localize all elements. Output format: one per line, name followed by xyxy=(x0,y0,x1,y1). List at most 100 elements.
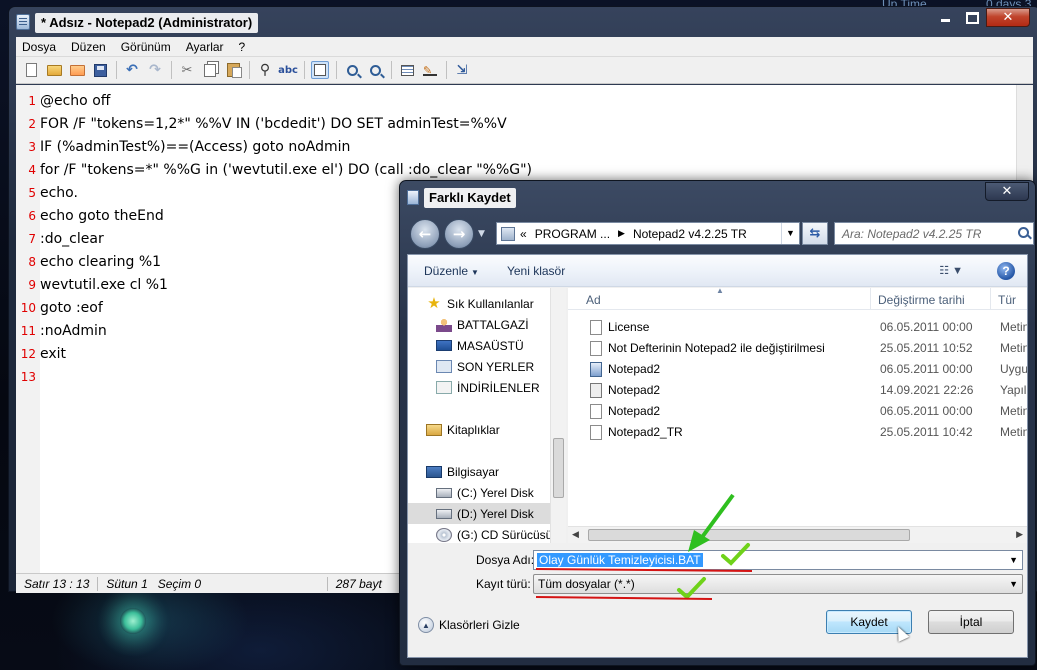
line-number: 8 xyxy=(28,255,36,269)
nav-downloads[interactable]: İNDİRİLENLER xyxy=(408,377,565,398)
replace-icon[interactable]: abc xyxy=(278,61,298,79)
file-row[interactable]: Not Defterinin Notepad2 ile değiştirilme… xyxy=(568,338,1027,359)
folder-icon xyxy=(501,226,515,241)
breadcrumb-program-files[interactable]: PROGRAM ... xyxy=(535,227,610,241)
file-type: Metin xyxy=(1000,404,1027,418)
toolbar-separator xyxy=(171,61,172,79)
menu-file[interactable]: Dosya xyxy=(22,40,56,54)
filetype-select[interactable]: Tüm dosyalar (*.*) ▼ xyxy=(533,574,1023,594)
find-icon[interactable]: ⚲ xyxy=(256,61,274,79)
copy-icon[interactable] xyxy=(201,61,219,79)
nav-pane-scrollbar[interactable] xyxy=(550,288,566,543)
nav-recent-places[interactable]: SON YERLER xyxy=(408,356,565,377)
customize-icon[interactable]: ✎ xyxy=(421,61,439,79)
chevron-down-icon[interactable]: ▼ xyxy=(1009,551,1018,569)
undo-icon[interactable]: ↶ xyxy=(123,61,141,79)
nav-label: (G:) CD Sürücüsü xyxy=(457,527,553,542)
hide-folders-toggle[interactable]: ▲ Klasörleri Gizle xyxy=(418,617,520,633)
column-name[interactable]: Ad xyxy=(586,293,601,307)
nav-libraries[interactable]: Kitaplıklar xyxy=(408,419,565,440)
zoom-in-icon[interactable] xyxy=(343,61,361,79)
file-row[interactable]: Notepad2 06.05.2011 00:00 Uygul xyxy=(568,359,1027,380)
cancel-button[interactable]: İptal xyxy=(928,610,1014,634)
dialog-close-button[interactable]: ✕ xyxy=(985,182,1029,201)
back-button[interactable]: ← xyxy=(410,219,440,249)
breadcrumb-overflow[interactable]: « xyxy=(520,227,527,241)
file-type: Metin xyxy=(1000,425,1027,439)
search-placeholder: Ara: Notepad2 v4.2.25 TR xyxy=(842,226,982,241)
menu-settings[interactable]: Ayarlar xyxy=(186,40,224,54)
file-list-horizontal-scrollbar[interactable]: ◀ ▶ xyxy=(568,526,1027,543)
new-icon[interactable] xyxy=(22,61,40,79)
organize-menu[interactable]: Düzenle ▼ xyxy=(424,264,479,278)
menu-bar: Dosya Düzen Görünüm Ayarlar ? xyxy=(16,37,1033,57)
address-bar[interactable]: « PROGRAM ... ▶ Notepad2 v4.2.25 TR ▼ xyxy=(496,222,800,245)
notepad-app-icon[interactable] xyxy=(16,14,30,30)
search-icon[interactable] xyxy=(1018,227,1029,238)
settings-file-icon xyxy=(590,383,602,398)
nav-desktop[interactable]: MASAÜSTÜ xyxy=(408,335,565,356)
wallpaper-orb xyxy=(120,608,146,634)
minimize-button[interactable] xyxy=(932,8,959,27)
nav-drive-g[interactable]: (G:) CD Sürücüsü xyxy=(408,524,565,543)
column-divider[interactable] xyxy=(990,288,991,310)
menu-edit[interactable]: Düzen xyxy=(71,40,106,54)
line-text: IF (%adminTest%)==(Access) goto noAdmin xyxy=(40,139,351,155)
line-number: 6 xyxy=(28,209,36,223)
scroll-left-icon[interactable]: ◀ xyxy=(572,530,579,540)
always-on-top-icon[interactable]: ⇲ xyxy=(453,61,471,79)
line-text: @echo off xyxy=(40,93,111,109)
scrollbar-thumb[interactable] xyxy=(553,438,564,498)
column-type[interactable]: Tür xyxy=(998,293,1016,307)
menu-help[interactable]: ? xyxy=(239,40,246,54)
column-date-modified[interactable]: Değiştirme tarihi xyxy=(878,293,965,307)
filename-input[interactable]: Olay Günlük Temizleyicisi.BAT ▼ xyxy=(533,550,1023,570)
file-row[interactable]: License 06.05.2011 00:00 Metin xyxy=(568,317,1027,338)
chevron-up-icon: ▲ xyxy=(418,617,434,633)
new-folder-button[interactable]: Yeni klasör xyxy=(507,264,565,278)
caption-buttons: ✕ xyxy=(932,8,1030,27)
address-dropdown-icon[interactable]: ▼ xyxy=(781,223,799,244)
nav-computer[interactable]: Bilgisayar xyxy=(408,461,565,482)
redo-icon[interactable]: ↷ xyxy=(146,61,164,79)
file-row[interactable]: Notepad2 06.05.2011 00:00 Metin xyxy=(568,401,1027,422)
recent-locations-dropdown[interactable]: ▼ xyxy=(478,229,485,239)
file-row[interactable]: Notepad2_TR 25.05.2011 10:42 Metin xyxy=(568,422,1027,443)
column-divider[interactable] xyxy=(870,288,871,310)
zoom-out-icon[interactable] xyxy=(366,61,384,79)
file-row[interactable]: Notepad2 14.09.2021 22:26 Yapıla xyxy=(568,380,1027,401)
line-number: 7 xyxy=(28,232,36,246)
disk-icon xyxy=(436,508,452,519)
chevron-down-icon[interactable]: ▼ xyxy=(1009,575,1018,593)
scroll-right-icon[interactable]: ▶ xyxy=(1016,530,1023,540)
maximize-button[interactable] xyxy=(959,8,986,27)
forward-button[interactable]: → xyxy=(444,219,474,249)
breadcrumb-notepad2-folder[interactable]: Notepad2 v4.2.25 TR xyxy=(633,227,747,241)
schemes-icon[interactable] xyxy=(398,61,416,79)
nav-favorites[interactable]: ★ Sık Kullanılanlar xyxy=(408,293,565,314)
word-wrap-icon[interactable] xyxy=(311,61,329,79)
save-icon[interactable] xyxy=(91,61,109,79)
line-text: echo goto theEnd xyxy=(40,208,164,224)
menu-view[interactable]: Görünüm xyxy=(121,40,171,54)
line-text: :noAdmin xyxy=(40,323,107,339)
window-titlebar[interactable]: * Adsız - Notepad2 (Administrator) ✕ xyxy=(9,7,1037,37)
breadcrumb-chevron-icon[interactable]: ▶ xyxy=(618,228,625,239)
search-input[interactable]: Ara: Notepad2 v4.2.25 TR xyxy=(834,222,1034,245)
refresh-button[interactable]: ⇆ xyxy=(802,222,828,245)
nav-drive-d[interactable]: (D:) Yerel Disk xyxy=(408,503,565,524)
file-type: Uygul xyxy=(1000,362,1027,376)
scrollbar-thumb[interactable] xyxy=(588,529,910,541)
navigation-pane: ★ Sık Kullanılanlar BATTALGAZİ MASAÜSTÜ S… xyxy=(408,288,566,543)
view-options-icon[interactable]: ☷ ▼ xyxy=(939,264,963,277)
nav-label: İNDİRİLENLER xyxy=(457,380,540,395)
computer-icon xyxy=(426,465,442,478)
nav-drive-c[interactable]: (C:) Yerel Disk xyxy=(408,482,565,503)
browse-icon[interactable] xyxy=(68,61,86,79)
help-icon[interactable]: ? xyxy=(997,262,1015,280)
open-icon[interactable] xyxy=(45,61,63,79)
nav-user-folder[interactable]: BATTALGAZİ xyxy=(408,314,565,335)
close-button[interactable]: ✕ xyxy=(986,8,1030,27)
paste-icon[interactable] xyxy=(224,61,242,79)
cut-icon[interactable]: ✂ xyxy=(178,61,196,79)
